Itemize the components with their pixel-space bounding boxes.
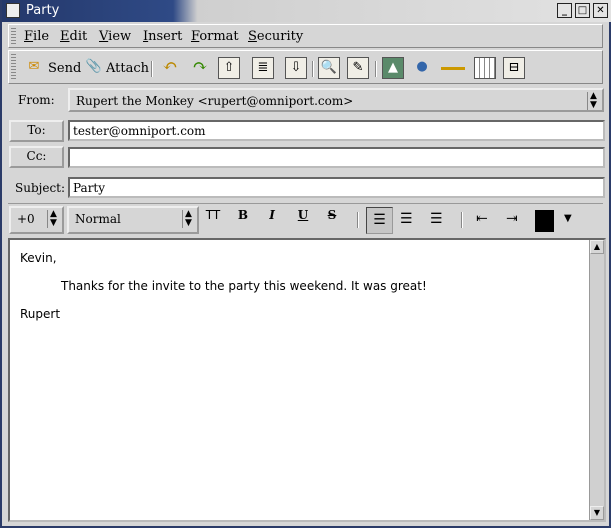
title-bar[interactable]: Party _ □ ✕ <box>2 0 611 22</box>
to-field[interactable]: tester@omniport.com <box>68 120 605 141</box>
insert-link-button[interactable]: ● <box>411 55 433 81</box>
grip-handle[interactable] <box>11 28 16 44</box>
send-button[interactable]: ✉ Send <box>23 55 82 81</box>
separator <box>151 61 153 77</box>
paste-button[interactable]: ≣ <box>252 55 274 81</box>
find-button[interactable]: 🔍 <box>318 55 340 81</box>
close-button[interactable]: ✕ <box>593 3 608 18</box>
menu-format[interactable]: Format <box>191 29 239 44</box>
send-label: Send <box>48 60 82 76</box>
divider <box>8 203 603 204</box>
separator <box>357 212 359 228</box>
cc-label: Cc: <box>26 149 47 163</box>
from-label: From: <box>18 93 55 107</box>
subject-field[interactable]: Party <box>68 177 605 198</box>
text-color-button[interactable] <box>535 210 554 232</box>
grip-handle[interactable] <box>11 54 16 80</box>
horizontal-line-icon <box>441 66 465 70</box>
insert-object-button[interactable]: ⊟ <box>503 55 525 81</box>
scroll-down-arrow-icon[interactable]: ▼ <box>590 506 604 520</box>
image-icon: ▲ <box>382 57 404 79</box>
compose-window: Party _ □ ✕ File Edit View Insert Format… <box>0 0 611 528</box>
updown-arrow-icon: ▲ ▼ <box>587 92 599 110</box>
indent-button[interactable]: ⇥ <box>506 211 518 227</box>
outdent-button[interactable]: ⇤ <box>476 211 488 227</box>
main-toolbar: ✉ Send 📎 Attach ↶ ↷ ⇧ ≣ ⇩ 🔍 ✎ ▲ ● ⊟ <box>8 50 603 84</box>
clipboard-cut-icon: ⇧ <box>218 57 240 79</box>
body-text: Thanks for the invite to the party this … <box>61 279 427 293</box>
scroll-up-arrow-icon[interactable]: ▲ <box>590 240 604 254</box>
redo-icon: ↷ <box>192 56 208 77</box>
redo-button[interactable]: ↷ <box>189 55 211 81</box>
separator <box>461 212 463 228</box>
body-greeting: Kevin, <box>20 251 57 265</box>
spellcheck-button[interactable]: ✎ <box>347 55 369 81</box>
clipboard-icon: ≣ <box>252 57 274 79</box>
from-select[interactable]: Rupert the Monkey <rupert@omniport.com> ▲… <box>68 88 604 112</box>
clipboard-paste-icon: ⇩ <box>285 57 307 79</box>
table-icon <box>474 57 496 79</box>
paste-below-button[interactable]: ⇩ <box>285 55 307 81</box>
paragraph-style-select[interactable]: Normal ▲ ▼ <box>67 206 199 234</box>
separator <box>375 61 377 77</box>
app-icon <box>6 3 20 18</box>
bold-button[interactable]: B <box>234 208 252 222</box>
attach-button[interactable]: 📎 Attach <box>83 55 149 81</box>
menu-view[interactable]: View <box>99 29 131 44</box>
align-left-button[interactable]: ☰ <box>366 207 393 234</box>
to-button[interactable]: To: <box>9 120 64 142</box>
paragraph-style-value: Normal <box>75 212 121 226</box>
window-title: Party <box>26 3 60 18</box>
menu-security[interactable]: Security <box>248 29 303 44</box>
menu-file[interactable]: File <box>24 29 49 44</box>
teletype-button[interactable]: TT <box>203 208 223 222</box>
attach-label: Attach <box>106 60 150 76</box>
cc-button[interactable]: Cc: <box>9 146 64 168</box>
globe-link-icon: ● <box>416 59 428 74</box>
cc-field[interactable] <box>68 147 605 168</box>
insert-hline-button[interactable] <box>441 55 465 81</box>
separator <box>312 61 314 77</box>
from-value: Rupert the Monkey <rupert@omniport.com> <box>76 94 354 108</box>
dropdown-arrow-icon[interactable]: ▼ <box>564 213 572 224</box>
minimize-button[interactable]: _ <box>557 3 572 18</box>
maximize-button[interactable]: □ <box>575 3 590 18</box>
undo-icon: ↶ <box>162 56 178 77</box>
message-body-editor[interactable]: Kevin, Thanks for the invite to the part… <box>8 238 606 522</box>
updown-arrow-icon: ▲ ▼ <box>182 210 194 228</box>
magnifier-icon: 🔍 <box>318 57 340 79</box>
font-size-select[interactable]: +0 ▲ ▼ <box>9 206 64 234</box>
align-left-icon: ☰ <box>373 212 386 228</box>
to-label: To: <box>27 123 46 137</box>
attach-icon: 📎 <box>85 59 103 74</box>
send-icon: ✉ <box>28 59 40 74</box>
body-signature: Rupert <box>20 307 61 321</box>
undo-button[interactable]: ↶ <box>159 55 181 81</box>
updown-arrow-icon: ▲ ▼ <box>47 210 59 228</box>
subject-label: Subject: <box>15 181 66 195</box>
menu-edit[interactable]: Edit <box>60 29 87 44</box>
align-center-button[interactable]: ☰ <box>400 211 413 227</box>
spellcheck-icon: ✎ <box>347 57 369 79</box>
menu-insert[interactable]: Insert <box>143 29 182 44</box>
strikethrough-button[interactable]: S <box>323 208 341 222</box>
cut-button[interactable]: ⇧ <box>218 55 240 81</box>
menubar: File Edit View Insert Format Security <box>8 24 603 48</box>
vertical-scrollbar[interactable]: ▲ ▼ <box>589 240 604 520</box>
align-right-button[interactable]: ☰ <box>430 211 443 227</box>
insert-image-button[interactable]: ▲ <box>382 55 404 81</box>
object-icon: ⊟ <box>503 57 525 79</box>
italic-button[interactable]: I <box>263 208 281 222</box>
insert-table-button[interactable] <box>474 55 496 81</box>
font-size-value: +0 <box>17 212 35 226</box>
underline-button[interactable]: U <box>294 208 312 222</box>
